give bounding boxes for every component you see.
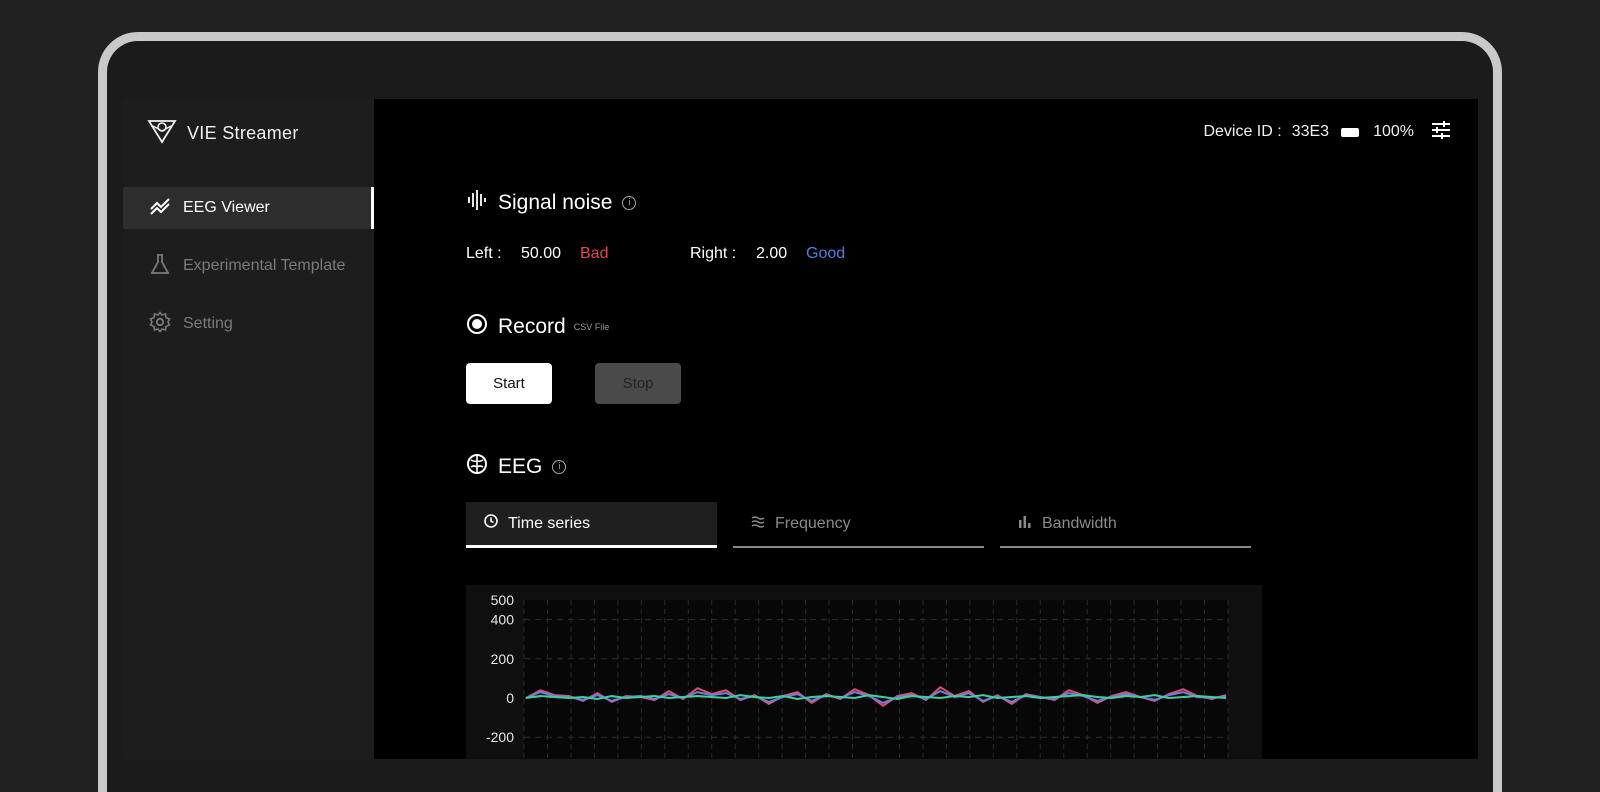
start-button[interactable]: Start	[466, 363, 552, 404]
stop-button[interactable]: Stop	[595, 363, 681, 404]
record-icon	[466, 313, 488, 341]
app-name: VIE Streamer	[187, 122, 299, 143]
tab-label: Frequency	[775, 515, 851, 532]
tab-bandwidth[interactable]: Bandwidth	[1000, 502, 1251, 548]
battery-icon	[1341, 127, 1360, 137]
signal-noise-header: Signal noise i	[466, 189, 637, 217]
waveform-icon	[466, 189, 488, 217]
signal-noise-values: Left : 50.00 Bad Right : 2.00 Good	[466, 245, 845, 263]
right-value: 2.00	[756, 245, 788, 262]
sidebar-item-setting[interactable]: Setting	[123, 303, 374, 345]
brand: VIE Streamer	[147, 119, 299, 147]
sidebar-item-label: Experimental Template	[183, 257, 346, 274]
sidebar-item-eeg-viewer[interactable]: EEG Viewer	[123, 187, 374, 229]
left-status: Bad	[580, 245, 609, 262]
app-window: VIE Streamer EEG Viewer Experimental Tem…	[123, 99, 1478, 759]
battery-level: 100%	[1373, 123, 1414, 140]
record-header: Record CSV File	[466, 313, 609, 341]
eeg-chart-svg: 500 400 200 0 -200	[486, 592, 1229, 759]
sliders-icon[interactable]	[1430, 120, 1452, 145]
sidebar-item-experimental-template[interactable]: Experimental Template	[123, 245, 374, 287]
gear-icon	[149, 310, 171, 338]
sidebar-item-label: EEG Viewer	[183, 199, 270, 216]
tab-frequency[interactable]: Frequency	[733, 502, 984, 548]
device-status-bar: Device ID : 33E3 100%	[1203, 119, 1452, 145]
logo-icon	[147, 118, 177, 149]
tab-label: Time series	[508, 514, 591, 532]
right-label: Right :	[690, 245, 737, 262]
chart-line-icon	[149, 197, 171, 220]
tab-time-series[interactable]: Time series	[466, 502, 717, 548]
device-id-value: 33E3	[1291, 123, 1330, 140]
bar-chart-icon	[1018, 515, 1032, 533]
tab-label: Bandwidth	[1042, 515, 1117, 532]
flask-icon	[149, 253, 171, 280]
section-title: EEG	[498, 455, 543, 478]
eeg-chart: 500 400 200 0 -200	[466, 585, 1262, 759]
y-tick-label: 400	[491, 612, 515, 628]
clock-icon	[484, 514, 498, 533]
right-status: Good	[806, 245, 846, 262]
info-icon[interactable]: i	[622, 196, 637, 210]
waves-icon	[751, 515, 765, 533]
sidebar-item-label: Setting	[183, 315, 233, 332]
section-title: Record	[498, 315, 566, 338]
y-tick-label: 200	[491, 651, 515, 667]
eeg-header: EEG i	[466, 453, 567, 481]
y-tick-label: -200	[486, 729, 514, 745]
sidebar: VIE Streamer EEG Viewer Experimental Tem…	[123, 99, 374, 759]
left-value: 50.00	[521, 245, 562, 262]
record-subtitle: CSV File	[573, 322, 610, 332]
brain-icon	[466, 453, 488, 481]
y-tick-label: 0	[506, 690, 514, 706]
section-title: Signal noise	[498, 191, 613, 214]
device-id-label: Device ID :	[1203, 123, 1282, 140]
left-label: Left :	[466, 245, 502, 262]
y-tick-label: 500	[491, 592, 515, 608]
info-icon[interactable]: i	[552, 460, 567, 474]
